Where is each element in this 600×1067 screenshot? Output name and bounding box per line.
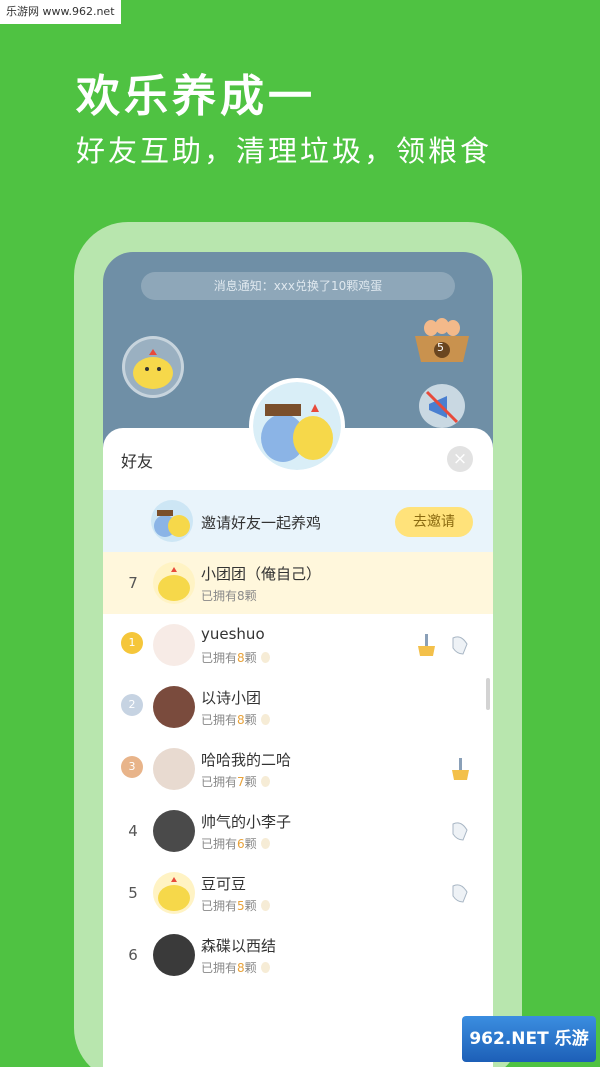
avatar	[153, 748, 195, 790]
friend-name: 森碟以西结	[201, 937, 277, 955]
avatar	[153, 686, 195, 728]
friend-row[interactable]: 3 哈哈我的二哈 已拥有7颗	[103, 738, 493, 800]
egg-icon	[260, 714, 270, 725]
friend-row[interactable]: 5 豆可豆 已拥有5颗	[103, 862, 493, 924]
rank-number: 7	[128, 574, 138, 592]
close-button[interactable]: ×	[447, 446, 473, 472]
app-screen: 消息通知：xxx兑换了10颗鸡蛋 5 好友 × 邀请好友一起养鸡 去邀请 7 小…	[103, 252, 493, 1067]
friend-row[interactable]: 6 森碟以西结 已拥有8颗	[103, 924, 493, 986]
egg-icon	[260, 838, 270, 849]
avatar	[153, 624, 195, 666]
friend-name: yueshuo	[201, 625, 265, 643]
rank-number: 4	[128, 822, 138, 840]
egg-icon	[260, 962, 270, 973]
scrollbar[interactable]	[486, 678, 490, 710]
glove-icon[interactable]	[447, 632, 473, 658]
avatar	[153, 810, 195, 852]
glove-icon[interactable]	[447, 818, 473, 844]
friend-row[interactable]: 4 帅气的小李子 已拥有6颗	[103, 800, 493, 862]
friend-row[interactable]: 2 以诗小团 已拥有8颗	[103, 676, 493, 738]
sheet-title: 好友	[121, 452, 154, 471]
egg-icon	[260, 900, 270, 911]
friend-row-self[interactable]: 7 小团团（俺自己） 已拥有8颗	[103, 552, 493, 614]
couple-avatar-icon	[249, 378, 345, 474]
broom-icon[interactable]	[413, 632, 439, 658]
invite-row: 邀请好友一起养鸡 去邀请	[103, 490, 493, 552]
egg-basket-icon[interactable]: 5	[411, 314, 473, 370]
egg-count: 已拥有8颗	[201, 589, 257, 603]
chick-icon[interactable]	[122, 336, 184, 398]
subheadline: 好友互助，清理垃圾，领粮食	[76, 134, 493, 168]
silver-medal-icon: 2	[121, 694, 143, 716]
avatar	[153, 934, 195, 976]
rank-number: 6	[128, 946, 138, 964]
egg-count: 已拥有7颗	[201, 773, 270, 790]
egg-count: 已拥有5颗	[201, 897, 270, 914]
friend-name: 以诗小团	[201, 689, 262, 707]
friend-name: 哈哈我的二哈	[201, 751, 292, 769]
notification-bar: 消息通知：xxx兑换了10颗鸡蛋	[141, 272, 455, 300]
egg-basket-count: 5	[437, 341, 444, 354]
egg-count: 已拥有8颗	[201, 649, 270, 666]
headline: 欢乐养成一	[76, 71, 316, 122]
friend-name: 豆可豆	[201, 875, 247, 893]
glove-icon[interactable]	[447, 880, 473, 906]
friend-row[interactable]: 1 yueshuo 已拥有8颗	[103, 614, 493, 676]
bronze-medal-icon: 3	[121, 756, 143, 778]
invite-avatar	[151, 500, 193, 542]
friends-sheet: 好友 × 邀请好友一起养鸡 去邀请 7 小团团（俺自己） 已拥有8颗 1 yue…	[103, 428, 493, 1067]
egg-count: 已拥有8颗	[201, 959, 270, 976]
broom-icon[interactable]	[447, 756, 473, 782]
egg-icon	[260, 776, 270, 787]
site-watermark-top: 乐游网 www.962.net	[0, 0, 121, 24]
invite-button[interactable]: 去邀请	[395, 507, 473, 537]
chick-avatar	[153, 872, 195, 914]
gold-medal-icon: 1	[121, 632, 143, 654]
invite-text: 邀请好友一起养鸡	[201, 514, 322, 532]
site-watermark-bottom: 962.NET 乐游网	[462, 1016, 596, 1062]
friend-name: 帅气的小李子	[201, 813, 292, 831]
rank-number: 5	[128, 884, 138, 902]
egg-count: 已拥有6颗	[201, 835, 270, 852]
trumpet-icon[interactable]	[419, 384, 465, 428]
egg-icon	[260, 652, 270, 663]
chick-avatar	[153, 562, 195, 604]
friend-name: 小团团（俺自己）	[201, 565, 322, 583]
egg-count: 已拥有8颗	[201, 711, 270, 728]
